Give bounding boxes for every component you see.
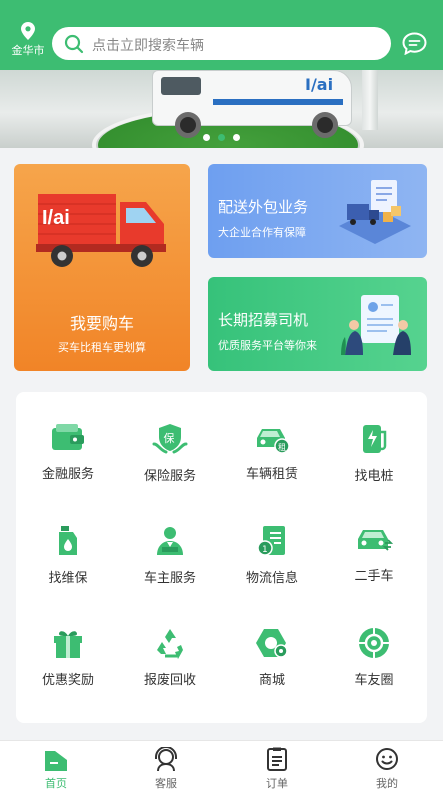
search-placeholder: 点击立即搜索车辆 <box>92 38 204 54</box>
service-used-car[interactable]: 二手车 <box>323 524 425 614</box>
recruit-subtitle: 优质服务平台等你来 <box>218 339 317 352</box>
tab-label: 首页 <box>45 777 67 790</box>
service-logistics[interactable]: 1 物流信息 <box>221 524 323 614</box>
service-rewards[interactable]: 优惠奖励 <box>17 626 119 716</box>
used-car-icon <box>358 530 393 551</box>
promo-banner[interactable]: I/ai <box>0 70 443 148</box>
tab-profile[interactable]: 我的 <box>357 747 417 791</box>
gift-icon <box>54 631 82 658</box>
delivery-illustration-icon <box>339 180 411 244</box>
order-icon <box>267 747 287 771</box>
message-button[interactable] <box>402 32 427 59</box>
car-rental-icon: 租 <box>257 429 290 454</box>
tab-label: 客服 <box>155 777 177 790</box>
logistics-info-icon: 1 <box>257 526 285 556</box>
location-label: 金华市 <box>11 44 45 57</box>
svg-text:1: 1 <box>262 545 268 555</box>
banner-dot[interactable] <box>233 134 240 141</box>
tab-label: 订单 <box>266 777 288 790</box>
tab-orders[interactable]: 订单 <box>247 747 307 791</box>
service-community[interactable]: 车友圈 <box>323 626 425 716</box>
recycle-icon <box>157 629 183 659</box>
service-label: 找维保 <box>48 571 88 586</box>
driver-recruit-card[interactable]: 长期招募司机 优质服务平台等你来 <box>208 277 427 371</box>
recruit-illustration-icon <box>341 295 411 355</box>
svg-text:保: 保 <box>164 431 175 445</box>
search-icon <box>64 34 84 54</box>
maintenance-icon <box>59 526 77 555</box>
buy-car-title: 我要购车 <box>69 314 134 333</box>
service-label: 找电桩 <box>354 469 394 484</box>
community-icon <box>359 628 389 658</box>
profile-icon <box>376 748 398 770</box>
service-owner[interactable]: 车主服务 <box>119 524 221 614</box>
service-label: 车主服务 <box>143 571 196 586</box>
customer-service-icon <box>155 747 177 771</box>
banner-pillar <box>362 70 378 130</box>
service-label: 报废回收 <box>143 673 196 688</box>
service-charging[interactable]: 找电桩 <box>323 422 425 512</box>
svg-text:租: 租 <box>278 443 286 452</box>
service-label: 商城 <box>258 673 285 688</box>
charging-station-icon <box>363 425 387 453</box>
service-insurance[interactable]: 保 保险服务 <box>119 422 221 512</box>
owner-service-icon <box>157 527 183 555</box>
recruit-title: 长期招募司机 <box>218 311 309 329</box>
red-truck-icon: I/ai <box>36 194 166 267</box>
service-label: 车友圈 <box>354 673 394 688</box>
buy-car-subtitle: 买车比租车更划算 <box>58 341 146 354</box>
banner-dot[interactable] <box>203 134 210 141</box>
service-mall[interactable]: 商城 <box>221 626 323 716</box>
tab-label: 我的 <box>376 777 398 790</box>
service-label: 保险服务 <box>143 469 196 484</box>
insurance-icon: 保 <box>152 424 188 454</box>
location-pin-icon <box>21 22 35 40</box>
banner-pagination <box>0 126 443 145</box>
outsource-title: 配送外包业务 <box>218 198 309 216</box>
service-recycle[interactable]: 报废回收 <box>119 626 221 716</box>
location-selector[interactable]: 金华市 <box>8 22 48 58</box>
service-grid: 金融服务 保 保险服务 租 车辆租赁 找电桩 找维保 车主服务 1 物流信息 二… <box>16 392 427 723</box>
tab-home[interactable]: 首页 <box>26 747 86 791</box>
buy-car-card[interactable]: I/ai 我要购车 买车比租车更划算 <box>14 164 190 371</box>
mall-icon <box>256 629 288 658</box>
search-bar[interactable]: 点击立即搜索车辆 <box>52 27 391 60</box>
outsource-subtitle: 大企业合作有保障 <box>218 226 306 239</box>
service-finance[interactable]: 金融服务 <box>17 422 119 512</box>
service-maintenance[interactable]: 找维保 <box>17 524 119 614</box>
outsource-delivery-card[interactable]: 配送外包业务 大企业合作有保障 <box>208 164 427 258</box>
service-car-rental[interactable]: 租 车辆租赁 <box>221 422 323 512</box>
service-label: 车辆租赁 <box>245 467 298 482</box>
service-label: 优惠奖励 <box>41 673 94 688</box>
tab-customer-service[interactable]: 客服 <box>136 747 196 791</box>
service-label: 物流信息 <box>245 571 298 586</box>
chat-bubble-icon <box>402 32 427 56</box>
wallet-icon <box>52 424 84 450</box>
banner-dot-active[interactable] <box>218 134 225 141</box>
svg-text:I/ai: I/ai <box>42 207 70 229</box>
service-label: 二手车 <box>354 569 394 584</box>
home-icon <box>45 751 67 771</box>
top-header: 金华市 点击立即搜索车辆 <box>0 0 443 70</box>
bottom-tab-bar: 首页 客服 订单 我的 <box>0 740 443 793</box>
service-label: 金融服务 <box>41 467 94 482</box>
